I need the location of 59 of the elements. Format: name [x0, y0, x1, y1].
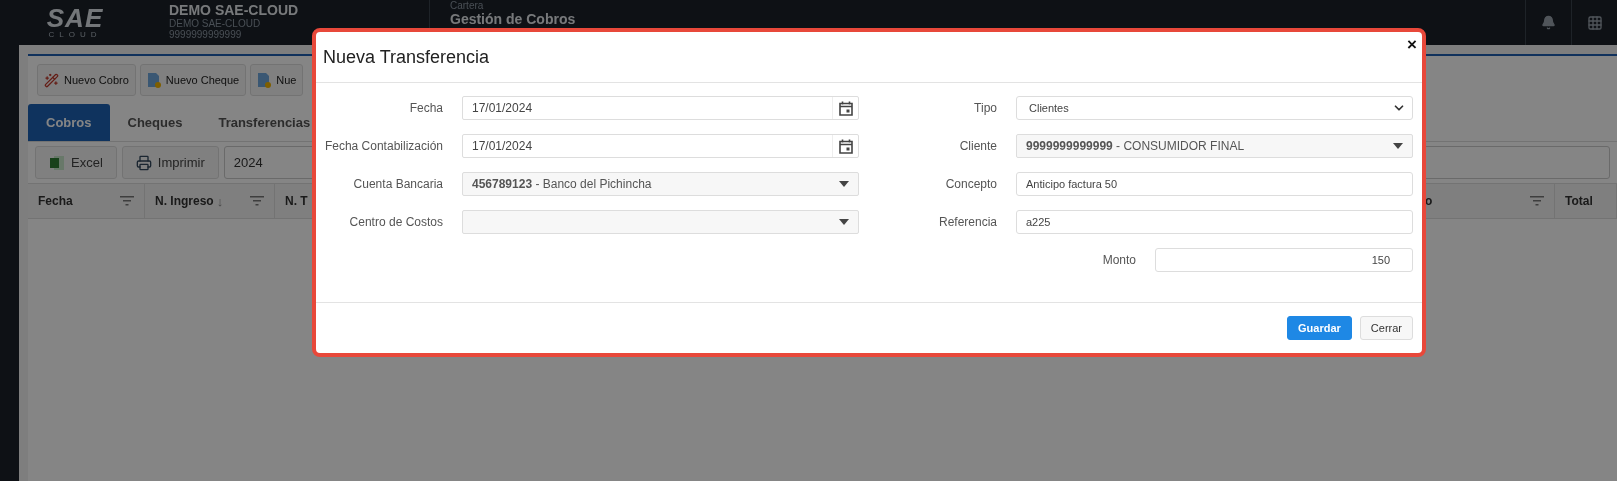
- action-button[interactable]: Nuevo Cobro: [37, 64, 136, 96]
- combo-box[interactable]: 456789123 - Banco del Pichincha: [462, 172, 859, 196]
- column-header[interactable]: Fecha: [38, 194, 73, 208]
- action-button[interactable]: Nuevo Cheque: [139, 64, 247, 96]
- calendar-icon[interactable]: [838, 138, 853, 154]
- dialog-title: Nueva Transferencia: [323, 46, 490, 68]
- apps-grid-icon[interactable]: [1586, 14, 1603, 31]
- field-label: Cliente: [958, 139, 997, 153]
- date-field[interactable]: 17/01/2024: [462, 96, 859, 120]
- column-header[interactable]: N. T: [285, 194, 308, 208]
- company-subtitle: DEMO SAE-CLOUD: [169, 18, 262, 29]
- tab[interactable]: Cheques: [109, 104, 201, 141]
- field-label: Tipo: [973, 101, 997, 115]
- field-label: Referencia: [937, 215, 997, 229]
- primary-button[interactable]: Guardar: [1287, 316, 1352, 340]
- select-field[interactable]: Clientes: [1016, 96, 1413, 120]
- text-field[interactable]: a225: [1016, 210, 1413, 234]
- combo-box[interactable]: 9999999999999 - CONSUMIDOR FINAL: [1016, 134, 1413, 158]
- document-icon: [146, 72, 161, 88]
- document-icon: [257, 72, 272, 88]
- combo-value: 9999999999999 - CONSUMIDOR FINAL: [1026, 139, 1245, 153]
- tab[interactable]: Transferencias: [200, 104, 329, 141]
- tab[interactable]: Cobros: [28, 104, 110, 141]
- column-header[interactable]: N. Ingreso: [155, 194, 214, 208]
- column-header[interactable]: o: [1425, 194, 1433, 208]
- filter-icon[interactable]: [250, 196, 264, 206]
- column-header[interactable]: Total: [1565, 194, 1593, 208]
- date-input[interactable]: 17/01/2024: [463, 101, 832, 115]
- spreadsheet-icon: [49, 154, 65, 171]
- field-label: Monto: [1102, 253, 1136, 267]
- printer-icon: [135, 154, 152, 171]
- secondary-button[interactable]: Cerrar: [1359, 316, 1413, 340]
- field-label: Fecha: [408, 101, 443, 115]
- field-label: Centro de Costos: [348, 215, 443, 229]
- field-label: Cuenta Bancaria: [352, 177, 443, 191]
- bell-icon[interactable]: [1541, 15, 1556, 30]
- filter-icon[interactable]: [120, 196, 134, 206]
- magic-wand-icon: [44, 72, 59, 88]
- date-input[interactable]: 17/01/2024: [463, 139, 832, 153]
- close-button[interactable]: ×: [1407, 35, 1417, 55]
- caret-icon: [839, 181, 849, 187]
- toolbar-button[interactable]: Excel: [35, 146, 117, 179]
- text-field[interactable]: Anticipo factura 50: [1016, 172, 1413, 196]
- field-label: Concepto: [944, 177, 997, 191]
- field-label: Fecha Contabilización: [323, 139, 443, 153]
- filter-icon[interactable]: [1530, 196, 1544, 206]
- select-value: Clientes: [1029, 102, 1069, 114]
- page-title: Gestión de Cobros: [450, 11, 577, 27]
- logo: SAE CLOUD: [45, 1, 105, 41]
- toolbar-button[interactable]: Imprimir: [121, 146, 219, 179]
- calendar-icon[interactable]: [838, 100, 853, 116]
- caret-icon: [1393, 143, 1403, 149]
- combo-value: 456789123 - Banco del Pichincha: [472, 177, 652, 191]
- amount-field[interactable]: 150: [1155, 248, 1413, 272]
- company-name: DEMO SAE-CLOUD: [169, 3, 300, 18]
- date-field[interactable]: 17/01/2024: [462, 134, 859, 158]
- action-button[interactable]: Nue: [250, 64, 304, 96]
- company-id: 9999999999999: [169, 29, 243, 40]
- module-section: Cartera: [450, 1, 1525, 11]
